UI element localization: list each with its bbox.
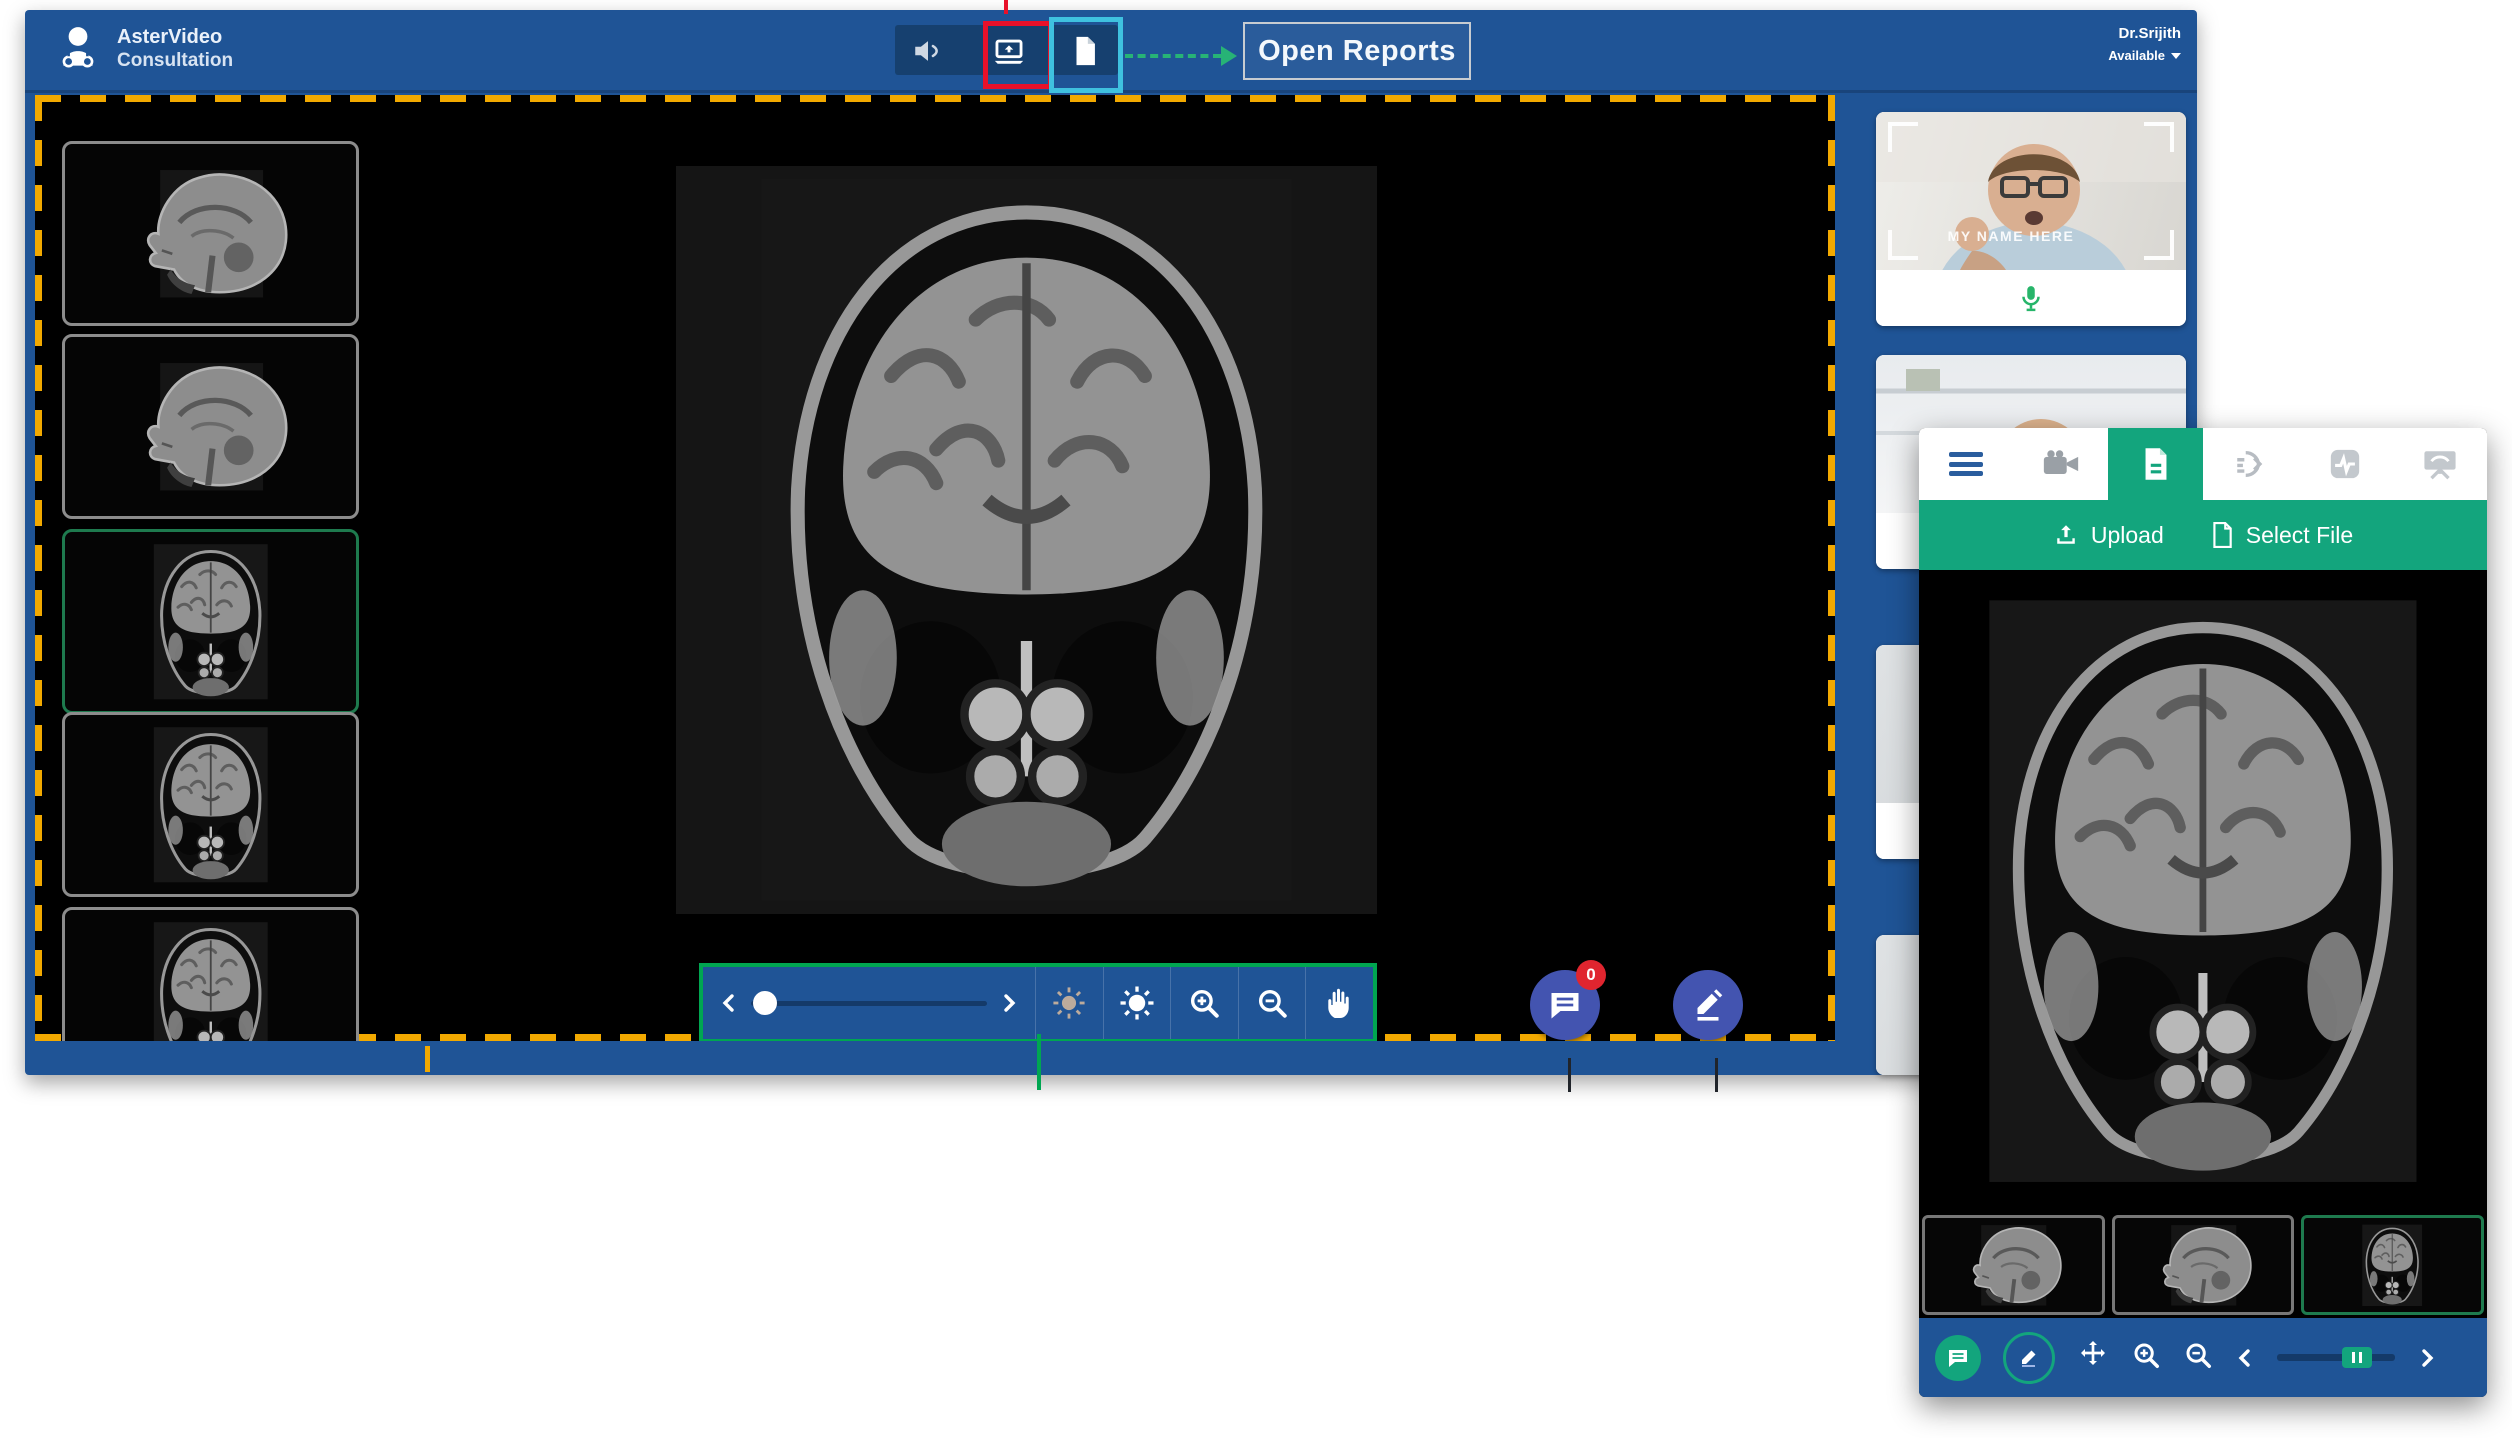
upload-label: Upload bbox=[2091, 522, 2164, 549]
zoom-in-icon bbox=[2131, 1340, 2161, 1370]
annotation-dashed-arrow bbox=[1125, 54, 1221, 58]
series-thumbnail-3-selected[interactable] bbox=[62, 529, 359, 714]
annotation-dark-tick bbox=[1568, 1058, 1571, 1092]
series-thumbnail-1[interactable] bbox=[62, 141, 359, 326]
prev-slice-button[interactable] bbox=[719, 993, 739, 1013]
zoom-out-button[interactable] bbox=[1238, 967, 1306, 1039]
pencil-icon bbox=[2017, 1346, 2041, 1370]
mobile-viewer-toolbar bbox=[1919, 1318, 2487, 1397]
mobile-zoom-in-button[interactable] bbox=[2131, 1340, 2161, 1375]
mobile-prev-slice-button[interactable] bbox=[2235, 1348, 2255, 1368]
series-thumbnail-5[interactable] bbox=[62, 907, 359, 1041]
page: AsterVideo Consultation bbox=[0, 0, 2512, 1438]
chat-button[interactable]: 0 bbox=[1530, 970, 1600, 1040]
annotation-yellow-tick bbox=[425, 1046, 430, 1072]
viewer-toolbar bbox=[699, 963, 1377, 1041]
menu-icon bbox=[1949, 452, 1983, 476]
comment-button[interactable] bbox=[1935, 1335, 1981, 1381]
brightness-increase-button[interactable] bbox=[1103, 967, 1171, 1039]
focus-bracket-icon bbox=[2144, 122, 2174, 152]
mobile-reports-panel: Upload Select File bbox=[1919, 428, 2487, 1397]
app-title: AsterVideo Consultation bbox=[117, 25, 233, 73]
document-icon bbox=[2140, 447, 2172, 481]
tab-menu[interactable] bbox=[1919, 428, 2014, 500]
slice-slider-handle[interactable] bbox=[753, 991, 777, 1015]
dashed-border-right bbox=[1828, 95, 1835, 1041]
open-reports-callout: Open Reports bbox=[1243, 22, 1471, 80]
move-icon bbox=[2077, 1339, 2109, 1371]
video-camera-icon bbox=[2041, 449, 2081, 479]
tab-vitals[interactable] bbox=[2298, 428, 2393, 500]
zoom-in-button[interactable] bbox=[1170, 967, 1238, 1039]
annotation-green-line bbox=[1037, 1034, 1041, 1090]
file-icon bbox=[2210, 522, 2234, 548]
volume-icon[interactable] bbox=[911, 34, 945, 66]
pan-hand-button[interactable] bbox=[1305, 967, 1373, 1039]
move-button[interactable] bbox=[2077, 1339, 2109, 1376]
main-mri-image[interactable] bbox=[676, 166, 1377, 914]
doctor-name: Dr.Srijith bbox=[2108, 25, 2181, 42]
mobile-thumbnail-strip bbox=[1919, 1212, 2487, 1318]
annotation-red-box bbox=[983, 21, 1053, 89]
series-thumbnail-2[interactable] bbox=[62, 334, 359, 519]
tab-presentation[interactable] bbox=[2392, 428, 2487, 500]
next-slice-button[interactable] bbox=[999, 993, 1019, 1013]
microphone-icon bbox=[2016, 283, 2046, 313]
annotation-cyan-box bbox=[1049, 17, 1123, 93]
annotate-pen-button[interactable] bbox=[2003, 1332, 2055, 1384]
select-file-button[interactable]: Select File bbox=[2210, 522, 2353, 549]
mobile-mri-image[interactable] bbox=[1919, 570, 2487, 1212]
mic-status-bar[interactable] bbox=[1876, 270, 2186, 326]
annotation-arrow-head-icon bbox=[1221, 46, 1237, 66]
study-viewer: 0 bbox=[35, 95, 1835, 1041]
availability-status: Available bbox=[2108, 48, 2165, 63]
video-card-doctor: MY NAME HERE bbox=[1876, 112, 2186, 326]
mobile-thumbnail-2[interactable] bbox=[2112, 1215, 2295, 1315]
chevron-down-icon bbox=[2171, 53, 2181, 59]
upload-action-bar: Upload Select File bbox=[1919, 500, 2487, 570]
upload-icon bbox=[2053, 522, 2079, 548]
doctor-video-feed: MY NAME HERE bbox=[1876, 112, 2186, 270]
series-thumbnail-4[interactable] bbox=[62, 712, 359, 897]
vitals-icon bbox=[2328, 447, 2362, 481]
slice-slider[interactable] bbox=[751, 1001, 987, 1006]
dashed-border-left bbox=[35, 95, 42, 1041]
app-header: AsterVideo Consultation bbox=[25, 10, 2197, 93]
tab-video-call[interactable] bbox=[2014, 428, 2109, 500]
annotation-dark-tick bbox=[1715, 1058, 1718, 1092]
doctor-logo-icon bbox=[53, 24, 103, 74]
chat-unread-badge: 0 bbox=[1576, 960, 1606, 990]
app-name: AsterVideo bbox=[117, 25, 233, 49]
share-arrow-icon bbox=[2232, 447, 2268, 481]
mobile-zoom-out-button[interactable] bbox=[2183, 1340, 2213, 1375]
zoom-out-icon bbox=[2183, 1340, 2213, 1370]
app-subtitle: Consultation bbox=[117, 49, 233, 73]
select-file-label: Select File bbox=[2246, 522, 2353, 549]
mobile-thumbnail-3-selected[interactable] bbox=[2301, 1215, 2484, 1315]
focus-bracket-icon bbox=[2144, 230, 2174, 260]
slice-navigator bbox=[703, 967, 1035, 1039]
annotation-red-tick bbox=[1004, 0, 1008, 14]
mobile-tab-bar bbox=[1919, 428, 2487, 500]
tab-documents-active[interactable] bbox=[2108, 428, 2203, 500]
presentation-icon bbox=[2421, 447, 2459, 481]
focus-bracket-icon bbox=[1888, 122, 1918, 152]
tab-referral[interactable] bbox=[2203, 428, 2298, 500]
mobile-slice-slider[interactable] bbox=[2277, 1354, 2395, 1361]
mobile-slider-handle[interactable] bbox=[2342, 1347, 2372, 1368]
upload-button[interactable]: Upload bbox=[2053, 522, 2164, 549]
mobile-thumbnail-1[interactable] bbox=[1922, 1215, 2105, 1315]
annotate-button[interactable] bbox=[1673, 970, 1743, 1040]
comment-icon bbox=[1946, 1346, 1970, 1370]
video-watermark: MY NAME HERE bbox=[1876, 228, 2146, 244]
dashed-border-top bbox=[35, 95, 1835, 102]
mobile-next-slice-button[interactable] bbox=[2417, 1348, 2437, 1368]
brightness-decrease-button[interactable] bbox=[1035, 967, 1103, 1039]
main-window: AsterVideo Consultation bbox=[25, 10, 2197, 1075]
user-status-block[interactable]: Dr.Srijith Available bbox=[2108, 25, 2181, 63]
